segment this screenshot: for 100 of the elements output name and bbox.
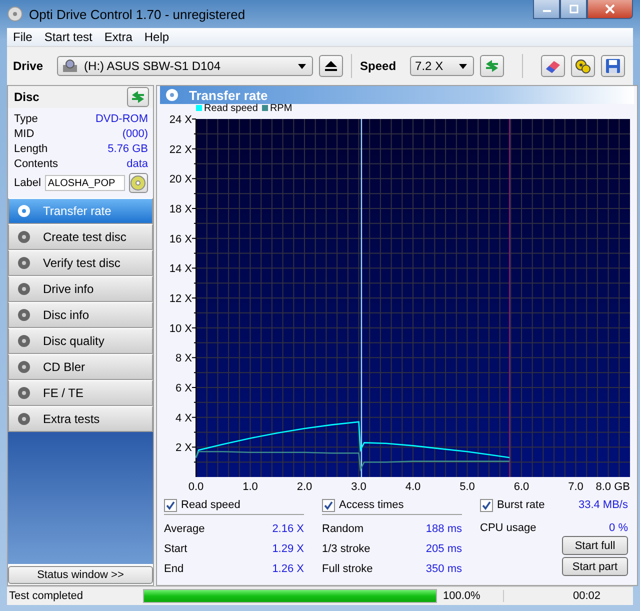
x-tick-label: 5.0 (460, 481, 475, 492)
checkbox-label: Burst rate (497, 499, 545, 511)
nav-button[interactable]: Create test disc (8, 224, 153, 250)
checkbox[interactable] (164, 498, 177, 512)
checkbox-label: Access times (339, 499, 404, 511)
disc-icon (17, 334, 31, 348)
field-value: (000) (122, 128, 148, 140)
disc-icon (17, 230, 31, 244)
app-disc-icon (7, 6, 23, 22)
maximize-icon (568, 4, 578, 14)
menu-item[interactable]: Start test (38, 30, 98, 44)
y-tick-label: 4 X (175, 412, 192, 424)
floppy-icon (605, 58, 622, 74)
nav-button[interactable]: CD Bler (8, 354, 153, 380)
eject-button[interactable] (319, 55, 344, 77)
disc-icon (17, 412, 31, 426)
stat-value: 350 ms (426, 563, 462, 575)
close-icon (605, 4, 615, 14)
disc-icon (17, 360, 31, 374)
status-text: Test completed (8, 590, 84, 602)
stat-label: End (164, 563, 184, 575)
y-tick-label: 18 X (169, 204, 192, 216)
legend-label: Read speed (204, 102, 258, 114)
caret-icon (298, 64, 306, 68)
y-tick-label: 16 X (169, 233, 192, 246)
checkbox[interactable] (480, 498, 493, 512)
field-value: DVD-ROM (95, 112, 148, 124)
checkbox[interactable] (322, 498, 335, 512)
menu-item[interactable]: Extra (98, 30, 138, 44)
legend-label: RPM (270, 102, 292, 114)
y-tick-label: 14 X (169, 263, 192, 276)
x-tick-label: 4.0 (405, 481, 421, 492)
y-tick-label: 20 X (169, 174, 192, 186)
nav-button[interactable]: Drive info (8, 276, 153, 302)
panel-header: Transfer rate (160, 86, 634, 104)
stat-value: 0 % (609, 522, 628, 534)
menu-item[interactable]: File (7, 30, 38, 44)
y-tick-label: 10 X (169, 322, 192, 335)
nav-button[interactable]: Extra tests (8, 406, 153, 432)
x-tick-label: 0.0 (188, 481, 204, 492)
minimize-button[interactable] (533, 0, 560, 19)
disc-icon (17, 308, 31, 322)
x-tick-label: 3.0 (351, 481, 366, 492)
gears-icon (574, 58, 592, 74)
progress-reading: 100.0% (441, 590, 504, 602)
drive-dropdown[interactable]: (H:) ASUS SBW-S1 D104 (57, 56, 314, 76)
disc-title: Disc (14, 90, 40, 104)
disc-icon (130, 175, 146, 191)
stat-value: 33.4 MB/s (578, 499, 628, 511)
label-field[interactable]: ALOSHA_POP (44, 175, 125, 191)
y-tick-label: 12 X (169, 293, 192, 305)
save-button[interactable] (601, 55, 626, 77)
field-value: 5.76 GB (108, 142, 148, 154)
disc-icon (165, 88, 179, 102)
stat-label: Average (164, 523, 205, 535)
stat-value: 1.26 X (272, 563, 304, 575)
x-tick-label: 6.0 (514, 481, 530, 492)
status-window-button[interactable]: Status window >> (8, 566, 153, 584)
checkbox-label: Read speed (181, 499, 240, 511)
y-tick-label: 24 X (169, 114, 192, 126)
x-tick-label: 2.0 (296, 481, 312, 492)
close-button[interactable] (587, 0, 633, 19)
y-tick-label: 2 X (175, 442, 192, 454)
eraser-icon (544, 58, 562, 74)
y-tick-label: 6 X (175, 382, 192, 394)
y-tick-label: 8 X (175, 352, 192, 365)
nav-button[interactable]: Verify test disc (8, 250, 153, 276)
erase-button[interactable] (541, 55, 566, 77)
stat-label: Start (164, 543, 188, 555)
menu-item[interactable]: Help (138, 30, 176, 44)
field-value: data (126, 158, 148, 170)
field-label: Contents (14, 158, 58, 170)
window-title: Opti Drive Control 1.70 - unregistered (29, 6, 246, 22)
stat-label: Random (322, 523, 364, 535)
disc-icon (17, 282, 31, 296)
stat-label: CPU usage (480, 522, 536, 534)
speed-dropdown[interactable]: 7.2 X (410, 56, 474, 76)
disc-icon (17, 204, 31, 218)
action-button[interactable]: Start full (562, 536, 628, 555)
disc-icon (17, 256, 31, 270)
settings-button[interactable] (571, 55, 596, 77)
stat-value: 188 ms (426, 523, 462, 535)
x-tick-label: 1.0 (242, 481, 258, 492)
stat-value: 1.29 X (272, 543, 304, 555)
nav-button[interactable]: Disc info (8, 302, 153, 328)
stat-value: 205 ms (426, 543, 462, 555)
nav-button[interactable]: Disc quality (8, 328, 153, 354)
y-tick-label: 22 X (169, 144, 192, 156)
stat-label: Full stroke (322, 563, 373, 575)
nav-button[interactable]: FE / TE (8, 380, 153, 406)
field-label: MID (14, 128, 34, 140)
disc-button[interactable] (128, 173, 148, 193)
field-label: Type (14, 112, 38, 124)
field-label: Label (14, 177, 41, 189)
drive-label: Drive (13, 59, 44, 73)
drive-icon (62, 59, 78, 73)
elapsed-time: 00:02 (573, 590, 602, 602)
stat-label: 1/3 stroke (322, 543, 370, 555)
action-button[interactable]: Start part (562, 557, 628, 576)
maximize-button[interactable] (560, 0, 587, 19)
